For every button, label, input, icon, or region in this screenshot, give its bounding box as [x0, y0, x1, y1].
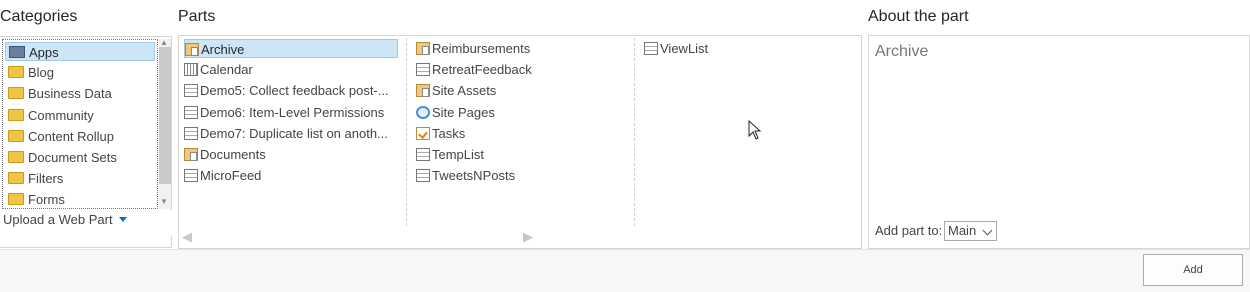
- folder-icon: [8, 87, 24, 100]
- part-label: Demo5: Collect feedback post-...: [200, 83, 389, 99]
- apps-icon: [9, 46, 25, 58]
- document-library-icon: [416, 84, 430, 98]
- part-item[interactable]: Archive: [184, 39, 398, 58]
- folder-icon: [8, 129, 24, 142]
- document-library-icon: [184, 148, 198, 161]
- categories-header: Categories: [0, 8, 78, 25]
- prev-page-arrow-icon[interactable]: ◀: [182, 229, 192, 245]
- upload-web-part-label: Upload a Web Part: [3, 212, 113, 227]
- part-label: Demo7: Duplicate list on anoth...: [200, 125, 388, 141]
- part-item[interactable]: Documents: [184, 145, 266, 164]
- upload-web-part-link[interactable]: Upload a Web Part: [3, 212, 127, 227]
- category-item[interactable]: Forms: [5, 190, 155, 208]
- part-label: Documents: [200, 147, 266, 162]
- zone-select[interactable]: Main: [944, 221, 997, 241]
- part-label: Archive: [201, 42, 245, 57]
- category-item[interactable]: Business Data: [5, 84, 155, 103]
- part-label: ViewList: [660, 41, 709, 56]
- category-item[interactable]: Content Rollup: [5, 127, 155, 146]
- part-item[interactable]: Demo7: Duplicate list on anoth...: [184, 124, 388, 143]
- category-label: Content Rollup: [28, 128, 114, 144]
- caret-down-icon: [118, 217, 127, 222]
- part-item[interactable]: TweetsNPosts: [416, 166, 515, 185]
- site-pages-icon: [416, 105, 430, 119]
- list-icon: [644, 42, 658, 55]
- category-item[interactable]: Apps: [5, 42, 155, 61]
- part-item[interactable]: ViewList: [644, 39, 708, 58]
- calendar-icon: [184, 63, 198, 77]
- part-item[interactable]: Reimbursements: [416, 39, 530, 58]
- folder-icon: [8, 193, 24, 206]
- part-item[interactable]: RetreatFeedback: [416, 60, 532, 79]
- scroll-down-icon[interactable]: ▼: [160, 197, 168, 206]
- part-label: TweetsNPosts: [432, 168, 516, 184]
- category-label: Community: [28, 107, 94, 123]
- folder-icon: [8, 151, 24, 163]
- tasks-icon: [416, 126, 430, 140]
- categories-scrollbar-thumb[interactable]: [159, 47, 171, 184]
- part-item[interactable]: MicroFeed: [184, 166, 261, 185]
- category-item[interactable]: Document Sets: [5, 148, 155, 167]
- list-icon: [184, 126, 198, 140]
- zone-select-value: Main: [948, 223, 977, 238]
- scroll-up-icon[interactable]: ▲: [160, 38, 168, 47]
- column-divider: [634, 38, 635, 226]
- part-item[interactable]: Site Assets: [416, 81, 496, 100]
- list-icon: [184, 169, 198, 183]
- footer-bar: [0, 249, 1250, 292]
- category-label: Forms: [28, 192, 65, 208]
- category-item[interactable]: Blog: [5, 63, 155, 82]
- document-library-icon: [416, 42, 430, 55]
- categories-panel: Apps Blog Business Data Community Content Ro…: [0, 36, 172, 210]
- part-label: RetreatFeedback: [432, 62, 532, 78]
- part-label: Demo6: Item-Level Permissions: [200, 104, 385, 120]
- document-library-icon: [185, 43, 199, 56]
- column-divider: [406, 38, 407, 226]
- part-label: Calendar: [200, 62, 253, 78]
- category-item[interactable]: Filters: [5, 169, 155, 188]
- categories-panel-bottom: [0, 236, 172, 248]
- folder-icon: [8, 172, 24, 185]
- part-item[interactable]: Demo5: Collect feedback post-...: [184, 81, 389, 100]
- about-header: About the part: [868, 8, 969, 25]
- category-item[interactable]: Community: [5, 106, 155, 125]
- categories-list: Apps Blog Business Data Community Content Ro…: [2, 39, 158, 209]
- list-icon: [184, 105, 198, 119]
- part-item[interactable]: Demo6: Item-Level Permissions: [184, 103, 384, 122]
- part-item[interactable]: TempList: [416, 145, 484, 164]
- part-label: Site Assets: [432, 83, 497, 99]
- selected-part-title: Archive: [875, 43, 929, 60]
- part-item[interactable]: Calendar: [184, 60, 253, 79]
- list-icon: [416, 63, 430, 77]
- part-label: Reimbursements: [432, 41, 531, 56]
- parts-header: Parts: [178, 8, 216, 25]
- add-button[interactable]: Add: [1143, 254, 1243, 286]
- add-part-to-label: Add part to:: [875, 223, 943, 238]
- list-icon: [416, 169, 430, 183]
- folder-icon: [8, 108, 24, 121]
- list-icon: [416, 148, 430, 161]
- part-label: Tasks: [432, 125, 466, 141]
- folder-icon: [8, 66, 24, 79]
- category-label: Blog: [28, 65, 55, 81]
- part-label: MicroFeed: [200, 168, 262, 184]
- list-icon: [184, 84, 198, 98]
- mouse-pointer-icon: [748, 120, 762, 140]
- part-label: Site Pages: [432, 104, 495, 120]
- part-item[interactable]: Tasks: [416, 124, 465, 143]
- category-label: Filters: [28, 171, 64, 187]
- about-panel: [868, 35, 1250, 249]
- category-label: Business Data: [28, 86, 112, 102]
- part-label: TempList: [432, 147, 485, 162]
- category-label: Document Sets: [28, 150, 117, 165]
- category-label: Apps: [29, 45, 59, 60]
- chevron-down-icon: [982, 225, 993, 236]
- next-page-arrow-icon[interactable]: ▶: [523, 229, 533, 245]
- part-item[interactable]: Site Pages: [416, 103, 495, 122]
